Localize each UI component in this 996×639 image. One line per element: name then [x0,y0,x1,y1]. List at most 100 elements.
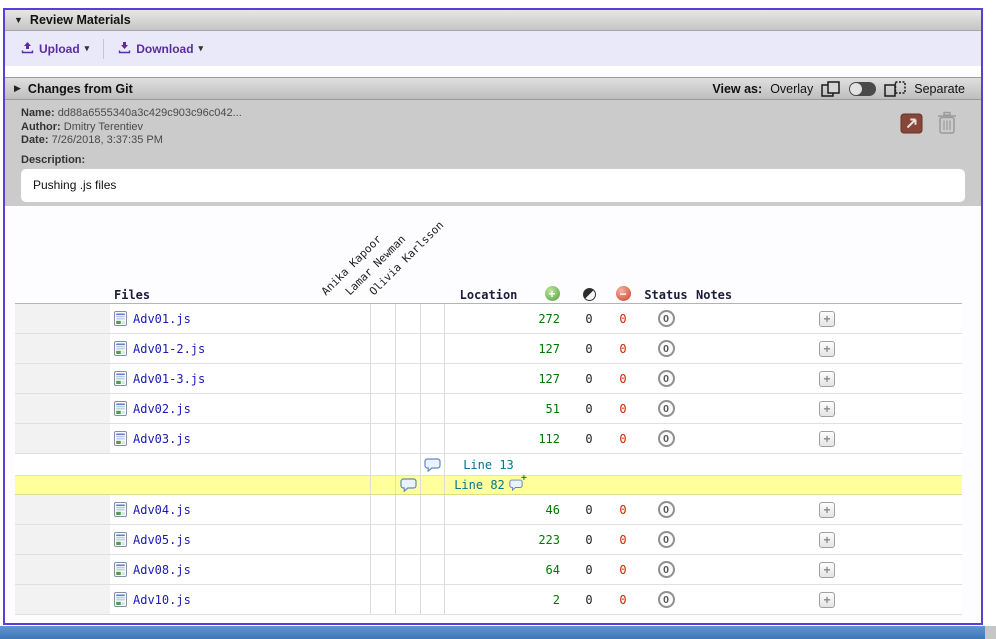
notes-cell: + [692,364,962,393]
add-note-button[interactable]: + [819,502,835,518]
collapse-triangle-icon[interactable]: ▼ [14,16,23,25]
file-row: Adv04.js 46 0 0 0 + [15,495,962,525]
comment-row[interactable]: Line 13 [15,454,962,476]
file-row: Adv02.js 51 0 0 0 + [15,394,962,424]
col-header-deleted[interactable]: − [606,286,640,303]
comment-bubble-icon[interactable] [424,458,441,472]
file-link[interactable]: Adv01.js [133,312,191,326]
comment-row[interactable]: Line 82 + [15,476,962,495]
col-header-notes[interactable]: Notes [692,287,962,303]
caret-down-icon: ▾ [85,43,90,54]
status-badge: 0 [658,400,675,417]
js-file-icon [114,562,127,577]
file-row: Adv01-2.js 127 0 0 0 + [15,334,962,364]
add-note-button[interactable]: + [819,532,835,548]
modified-lines-count [572,454,606,475]
notes-cell [692,476,962,494]
add-note-button[interactable]: + [819,562,835,578]
js-file-icon [114,341,127,356]
table-rows: Adv01.js 272 0 0 0 + Adv01-2.js 127 0 0 … [15,304,962,615]
separate-label: Separate [914,82,965,96]
separate-view-icon[interactable] [884,81,906,97]
add-note-button[interactable]: + [819,401,835,417]
modified-lines-count: 0 [572,364,606,393]
reviewer-cell [420,304,445,333]
reviewer-cell [370,424,395,453]
file-link[interactable]: Adv05.js [133,533,191,547]
open-external-button[interactable] [900,111,924,138]
file-link[interactable]: Adv08.js [133,563,191,577]
reviewer-cell [395,476,420,494]
file-row: Adv10.js 2 0 0 0 + [15,585,962,615]
file-cell: Adv01-3.js [110,364,370,393]
changes-from-git-header: ▶ Changes from Git View as: Overlay Sepa… [5,77,981,100]
col-header-added[interactable]: + [532,286,572,303]
file-link[interactable]: Adv01-3.js [133,372,205,386]
js-file-icon [114,532,127,547]
notes-cell: + [692,555,962,584]
location-cell [445,555,532,584]
date-label: Date: [21,134,49,146]
added-lines-count: 64 [532,555,572,584]
status-badge: 0 [658,430,675,447]
upload-button[interactable]: Upload ▾ [13,37,97,61]
comment-location-link[interactable]: Line 82 [454,478,505,492]
overlay-view-icon[interactable] [821,81,841,97]
modified-lines-count: 0 [572,555,606,584]
reviewer-cell [420,495,445,524]
col-header-location[interactable]: Location [445,287,532,303]
location-cell [445,304,532,333]
view-as-controls: View as: Overlay Separate [712,81,965,97]
add-note-button[interactable]: + [819,592,835,608]
add-note-button[interactable]: + [819,341,835,357]
comment-bubble-icon[interactable] [400,478,417,492]
js-file-icon [114,592,127,607]
description-text: Pushing .js files [33,178,116,192]
file-cell: Adv02.js [110,394,370,423]
notes-cell: + [692,424,962,453]
added-lines-count [532,454,572,475]
file-cell: Adv01-2.js [110,334,370,363]
col-header-files[interactable]: Files [110,287,370,303]
js-file-icon [114,401,127,416]
col-header-status[interactable]: Status [640,287,692,303]
author-value: Dmitry Terentiev [64,121,143,133]
add-note-button[interactable]: + [819,431,835,447]
scrollbar-corner [985,626,996,639]
expand-triangle-icon[interactable]: ▶ [14,84,21,93]
download-button[interactable]: Download ▾ [110,37,211,61]
name-value: dd88a6555340a3c429c903c96c042... [58,107,242,119]
row-gutter [15,525,110,554]
file-link[interactable]: Adv04.js [133,503,191,517]
add-note-button[interactable]: + [819,311,835,327]
add-note-button[interactable]: + [819,371,835,387]
file-row: Adv03.js 112 0 0 0 + [15,424,962,454]
file-link[interactable]: Adv10.js [133,593,191,607]
comment-location-link[interactable]: Line 13 [463,458,514,472]
file-link[interactable]: Adv02.js [133,402,191,416]
toolbar: Upload ▾ Download ▾ [5,31,981,66]
reviewer-cell [420,424,445,453]
review-materials-header[interactable]: ▼ Review Materials [5,10,981,31]
js-file-icon [114,431,127,446]
add-comment-icon[interactable]: + [509,479,523,491]
file-link[interactable]: Adv01-2.js [133,342,205,356]
changes-expand-control[interactable]: ▶ Changes from Git [14,82,133,96]
row-gutter [15,454,110,475]
delete-button[interactable] [937,111,957,138]
col-header-modified[interactable] [572,288,606,303]
row-gutter [15,495,110,524]
status-cell: 0 [640,394,692,423]
file-link[interactable]: Adv03.js [133,432,191,446]
view-mode-toggle[interactable] [849,82,876,96]
reviewer-cell [420,364,445,393]
reviewer-cell [395,304,420,333]
row-gutter [15,364,110,393]
status-badge: 0 [658,310,675,327]
file-cell: Adv04.js [110,495,370,524]
file-cell: Adv03.js [110,424,370,453]
file-cell: Adv01.js [110,304,370,333]
location-cell [445,364,532,393]
description-box[interactable]: Pushing .js files [21,169,965,202]
row-gutter [15,555,110,584]
